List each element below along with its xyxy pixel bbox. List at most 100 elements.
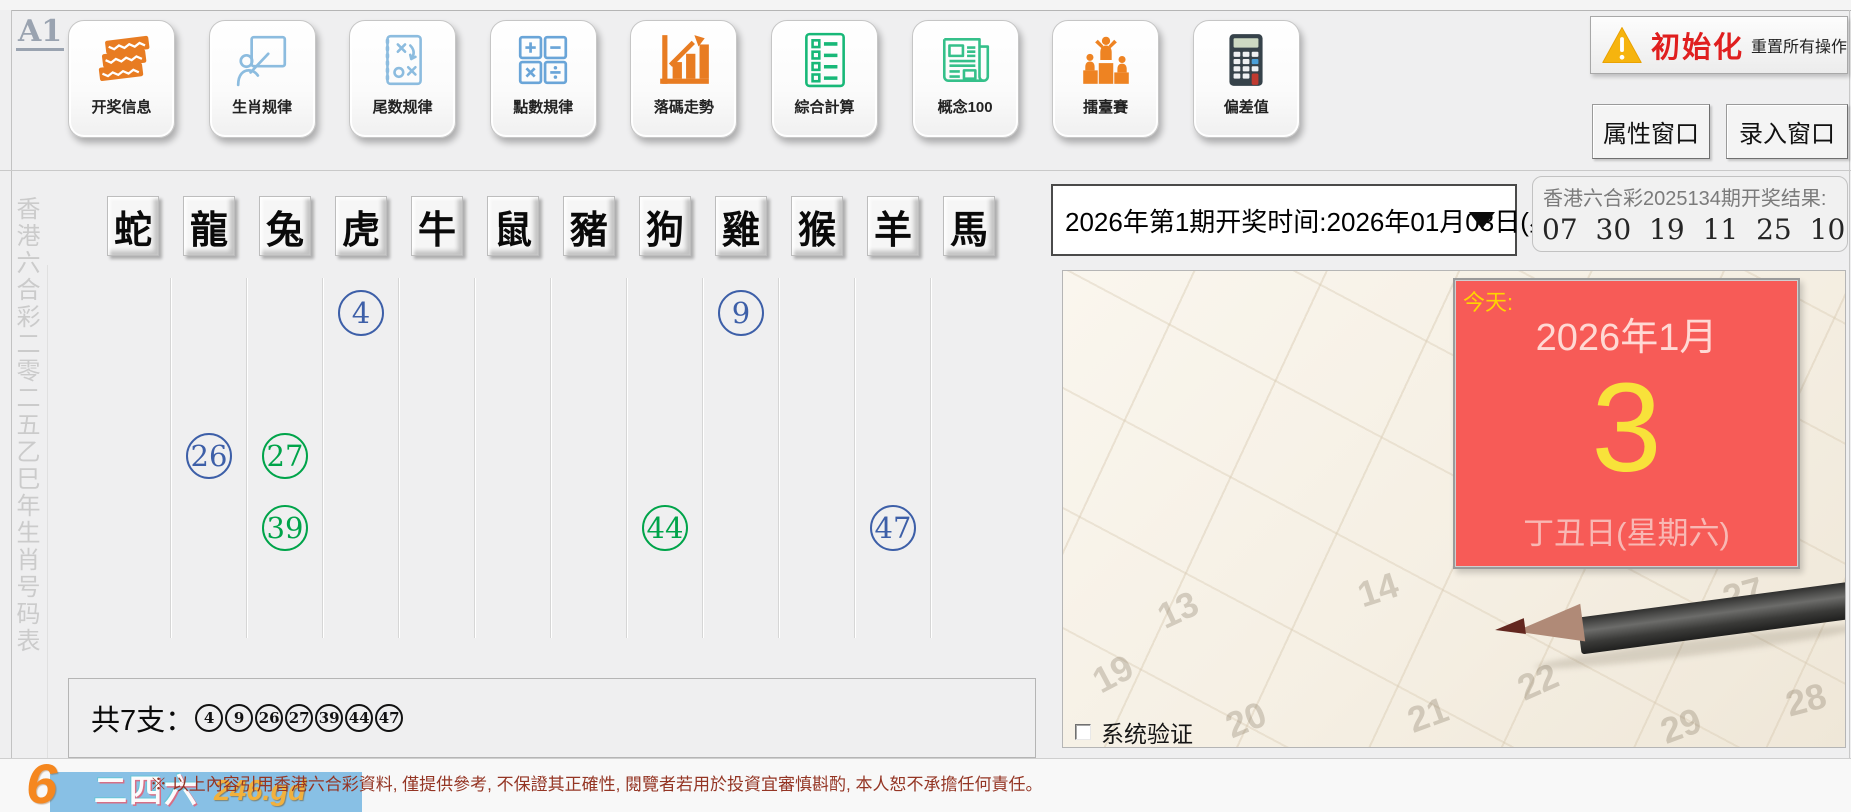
grid-column-line: [626, 278, 628, 638]
grid-column-line: [170, 278, 172, 638]
grid-column-line: [930, 278, 932, 638]
toolbar-button-label: 落碼走勢: [654, 96, 714, 117]
zodiac-button-7[interactable]: 豬: [563, 196, 615, 256]
zodiac-button-6[interactable]: 鼠: [487, 196, 539, 256]
toolbar-button-5[interactable]: 落碼走勢: [630, 20, 737, 138]
entry-window-button[interactable]: 录入窗口: [1726, 104, 1848, 159]
system-verify-row: 系统验证: [1075, 715, 1193, 748]
grid-number-circle[interactable]: 26: [186, 433, 232, 479]
toolbar-button-6[interactable]: 綜合計算: [771, 20, 878, 138]
grid-column-line: [474, 278, 476, 638]
calendar-photo-number: 29: [1655, 699, 1707, 748]
zodiac-button-4[interactable]: 虎: [335, 196, 387, 256]
system-verify-checkbox[interactable]: [1075, 724, 1091, 740]
calendar-panel: 131419202122272829 今天: 2026年1月 3 丁丑日(星期六…: [1062, 270, 1846, 748]
toolbar-button-9[interactable]: 偏差值: [1193, 20, 1300, 138]
toolbar-button-label: 开奖信息: [91, 96, 151, 117]
today-calendar-card: 今天: 2026年1月 3 丁丑日(星期六): [1453, 278, 1800, 569]
calendar-day: 3: [1455, 352, 1798, 503]
window-right-border: [1849, 10, 1850, 758]
grid-column-line: [322, 278, 324, 638]
zodiac-button-12[interactable]: 馬: [943, 196, 995, 256]
summary-label: 共7支：: [91, 697, 194, 739]
toolbar-button-label: 生肖规律: [232, 96, 292, 117]
zodiac-button-10[interactable]: 猴: [791, 196, 843, 256]
grid-column-line: [398, 278, 400, 638]
chevron-down-icon[interactable]: [1469, 212, 1495, 229]
last-result-panel: 香港六合彩2025134期开奖结果: 07 30 19 11 25 10+45: [1532, 176, 1848, 252]
toolbar-button-3[interactable]: 尾数规律: [349, 20, 456, 138]
grid-column-line: [550, 278, 552, 638]
initialize-label: 初始化: [1651, 24, 1744, 66]
toolbar-button-label: 綜合計算: [794, 96, 854, 117]
calendar-photo-number: 28: [1781, 675, 1831, 726]
grid-column-line: [246, 278, 248, 638]
calculator-icon: [1217, 31, 1275, 89]
grid-number-circle[interactable]: 47: [870, 505, 916, 551]
calendar-photo-number: 19: [1085, 646, 1140, 702]
books-icon: [93, 31, 151, 89]
grid-column-line: [854, 278, 856, 638]
summary-number-circle: 27: [285, 704, 313, 732]
draw-period-dropdown[interactable]: 2026年第1期开奖时间:2026年01月03日(星期六): [1051, 184, 1517, 256]
toolbar-button-7[interactable]: 概念100: [912, 20, 1019, 138]
summary-number-circle: 9: [225, 704, 253, 732]
summary-number-circle: 44: [345, 704, 373, 732]
grid-number-circle[interactable]: 27: [262, 433, 308, 479]
grid-number-circle[interactable]: 9: [718, 290, 764, 336]
zodiac-board-icon: [233, 31, 291, 89]
last-result-title: 香港六合彩2025134期开奖结果:: [1543, 182, 1847, 211]
toolbar-button-2[interactable]: 生肖规律: [209, 20, 316, 138]
property-window-button[interactable]: 属性窗口: [1592, 104, 1710, 159]
summary-circles: 492627394447: [194, 704, 404, 732]
sidebar-vertical-title: 香港六合彩二零二五乙巳年生肖号码表: [13, 196, 37, 655]
zodiac-button-2[interactable]: 龍: [183, 196, 235, 256]
bar-chart-icon: [655, 31, 713, 89]
content-divider: [47, 265, 48, 758]
toolbar-button-1[interactable]: 开奖信息: [68, 20, 175, 138]
calendar-photo-number: 14: [1352, 564, 1403, 616]
toolbar-button-label: 尾数规律: [373, 96, 433, 117]
zodiac-button-3[interactable]: 兔: [259, 196, 311, 256]
toolbar-button-label: 點數規律: [513, 96, 573, 117]
app-window: A1 开奖信息 生肖规律 尾数规律 點數規律 落碼走勢 綜合計算 概念100 擂…: [0, 0, 1851, 812]
toolbar-button-label: 擂臺賽: [1083, 96, 1128, 117]
podium-icon: [1077, 31, 1135, 89]
summary-number-circle: 47: [375, 704, 403, 732]
system-verify-label: 系统验证: [1101, 715, 1193, 748]
zodiac-button-9[interactable]: 雞: [715, 196, 767, 256]
zodiac-button-1[interactable]: 蛇: [107, 196, 159, 256]
warning-icon: [1601, 25, 1643, 65]
newspaper-icon: [936, 31, 994, 89]
toolbar-button-label: 概念100: [938, 96, 993, 117]
grid-number-circle[interactable]: 44: [642, 505, 688, 551]
zodiac-button-8[interactable]: 狗: [639, 196, 691, 256]
grid-number-circle[interactable]: 4: [338, 290, 384, 336]
calendar-photo-number: 20: [1220, 693, 1273, 747]
initialize-button[interactable]: 初始化 重置所有操作: [1590, 16, 1848, 74]
grid-number-circle[interactable]: 39: [262, 505, 308, 551]
summary-number-circle: 4: [195, 704, 223, 732]
last-result-numbers: 07 30 19 11 25 10+45: [1542, 213, 1847, 246]
calendar-ganzhi: 丁丑日(星期六): [1455, 508, 1798, 553]
window-top-border: [11, 10, 1851, 11]
summary-number-circle: 26: [255, 704, 283, 732]
toolbar-separator: [0, 170, 1851, 171]
watermark-logo-6: 6: [26, 756, 57, 812]
zodiac-button-5[interactable]: 牛: [411, 196, 463, 256]
math-grid-icon: [514, 31, 572, 89]
reset-all-label: 重置所有操作: [1751, 33, 1847, 57]
window-top-strip: [0, 0, 1851, 10]
disclaimer-text: ※ 以上內容引用香港六合彩資料, 僅提供參考, 不保證其正確性, 閱覽者若用於投…: [150, 758, 1650, 812]
grid-column-line: [778, 278, 780, 638]
grid-column-line: [702, 278, 704, 638]
corner-label: A1: [16, 16, 64, 51]
calendar-photo-number: 21: [1402, 688, 1454, 741]
zodiac-button-11[interactable]: 羊: [867, 196, 919, 256]
checklist-icon: [796, 31, 854, 89]
summary-number-circle: 39: [315, 704, 343, 732]
strategy-icon: [374, 31, 432, 89]
toolbar-button-8[interactable]: 擂臺賽: [1052, 20, 1159, 138]
toolbar-button-4[interactable]: 點數規律: [490, 20, 597, 138]
toolbar-button-label: 偏差值: [1224, 96, 1269, 117]
